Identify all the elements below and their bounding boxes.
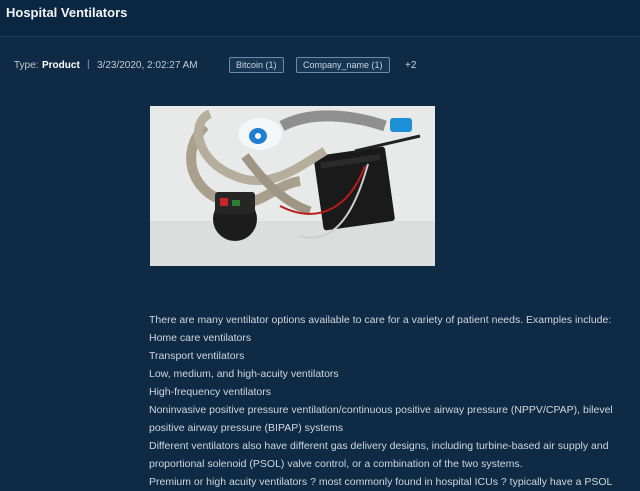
list-item: Transport ventilators [149,350,245,362]
intro-text: There are many ventilator options availa… [149,314,612,326]
timestamp: 3/23/2020, 2:02:27 AM [97,60,198,71]
item-meta: Type: Product | 3/23/2020, 2:02:27 AM Bi… [0,52,640,80]
list-item: Home care ventilators [149,332,252,344]
list-item: Noninvasive positive pressure ventilatio… [149,404,613,434]
tag-bitcoin[interactable]: Bitcoin (1) [229,57,284,73]
more-tags-button[interactable]: +2 [405,60,416,71]
type-value: Product [42,60,80,71]
list-item: Different ventilators also have differen… [149,440,609,470]
ventilator-photo [150,106,435,266]
list-item: Low, medium, and high-acuity ventilators [149,368,339,380]
page-title: Hospital Ventilators [6,5,128,20]
tag-company-name[interactable]: Company_name (1) [296,57,390,73]
ventilator-device-icon [150,106,435,266]
description: There are many ventilator options availa… [149,311,640,491]
list-item: High-frequency ventilators [149,386,271,398]
list-item: Premium or high acuity ventilators ? mos… [149,476,613,488]
title-bar: Hospital Ventilators [0,0,640,37]
meta-separator: | [87,59,90,70]
type-label: Type: [14,60,39,71]
